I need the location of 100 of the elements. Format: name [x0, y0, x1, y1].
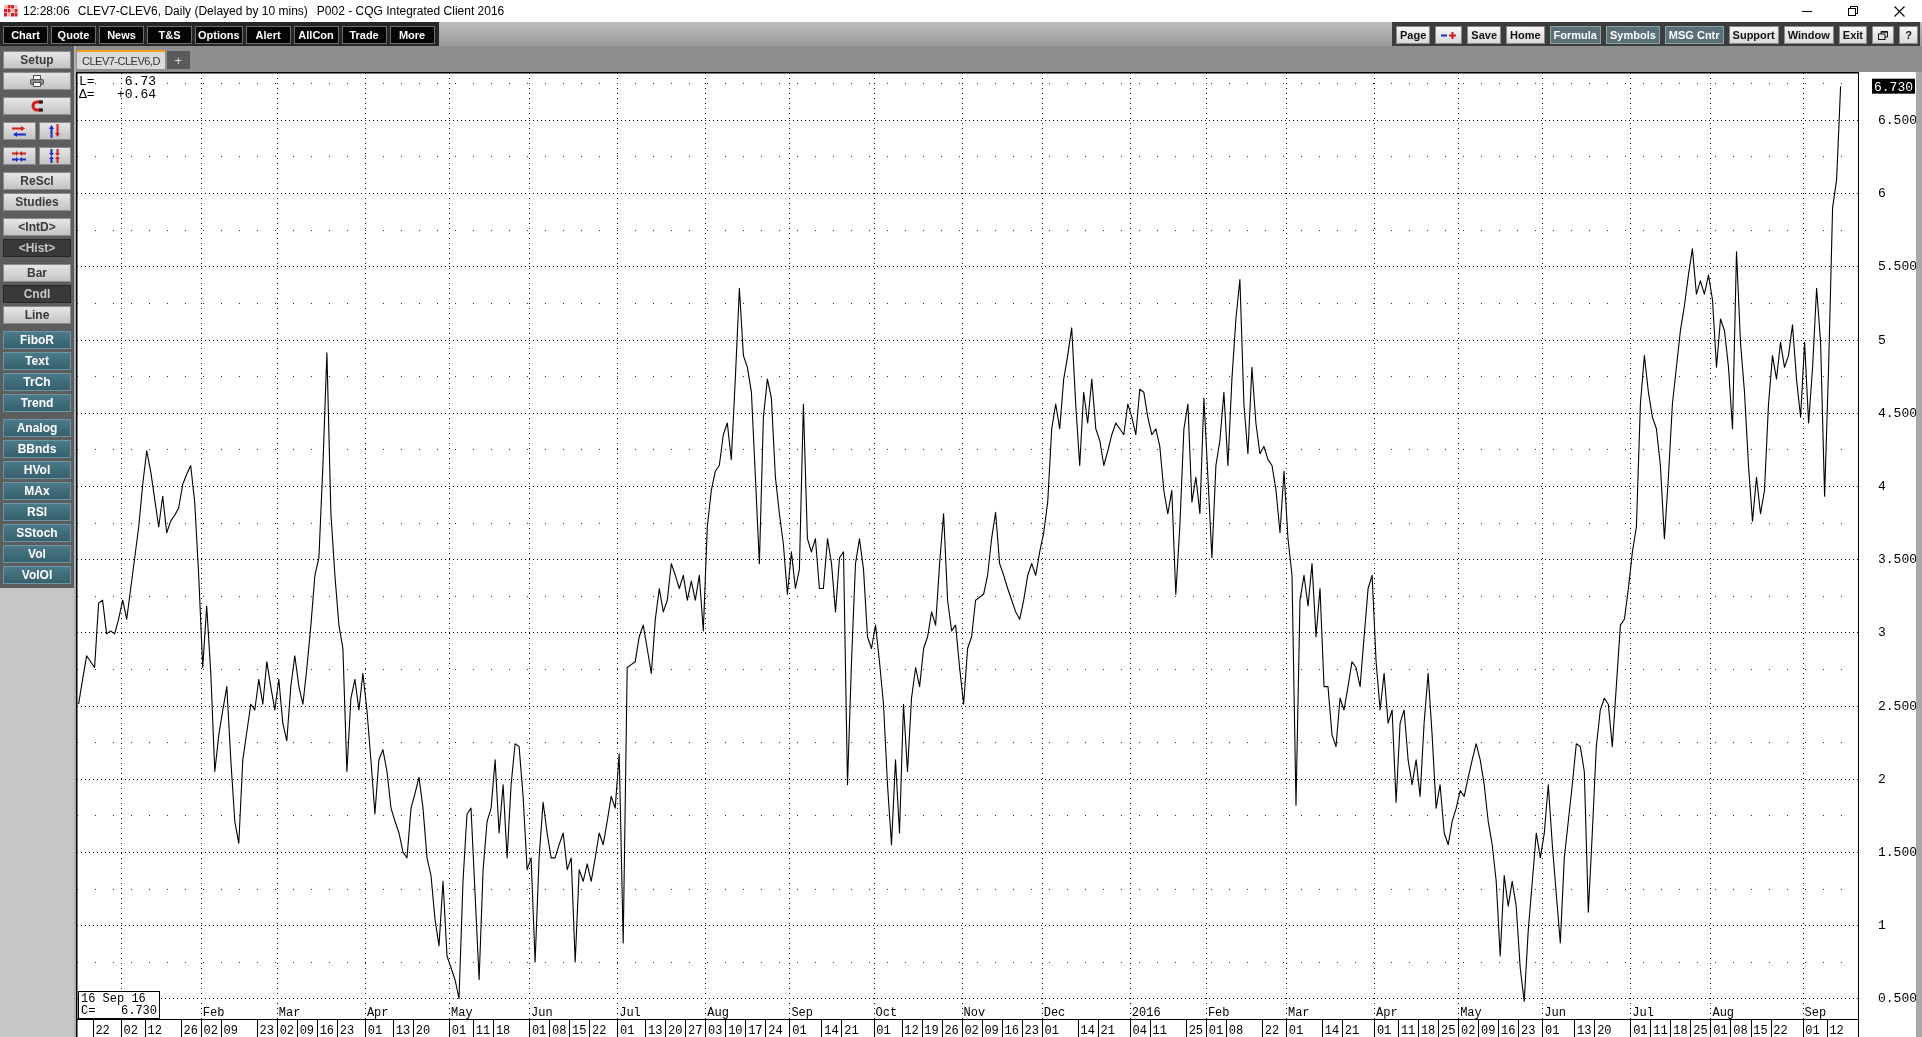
sidebar-button[interactable]: TrCh: [3, 373, 71, 391]
date-axis-label: 18: [1420, 1024, 1436, 1037]
month-axis-label: Nov: [963, 1006, 986, 1020]
sidebar-icon-button[interactable]: [38, 122, 71, 140]
toolbar-button[interactable]: Support: [1728, 26, 1779, 44]
sidebar-button[interactable]: HVol: [3, 461, 71, 479]
toolbar-button[interactable]: Home: [1506, 26, 1545, 44]
clock-time: 12:28:06: [23, 4, 70, 18]
date-axis-label: 01: [1288, 1024, 1304, 1037]
date-axis-label: 08: [1733, 1024, 1748, 1037]
date-axis-label: 01: [620, 1024, 635, 1037]
date-axis-label: 12: [147, 1024, 162, 1037]
date-axis-label: 01: [367, 1024, 383, 1037]
toolbar-button[interactable]: Exit: [1838, 26, 1867, 44]
new-tab-button[interactable]: +: [166, 51, 190, 69]
sidebar-button[interactable]: Trend: [3, 394, 71, 412]
toolbar-icon-button[interactable]: [1435, 26, 1463, 44]
date-axis-label: 16: [319, 1024, 335, 1037]
date-axis-label: 04: [1132, 1024, 1147, 1037]
date-axis-label: 01: [1208, 1024, 1224, 1037]
date-axis-label: 26: [183, 1024, 198, 1037]
date-axis-label: 18: [1673, 1024, 1688, 1037]
date-axis-label: 19: [924, 1024, 939, 1037]
sidebar-icon-button[interactable]: [3, 97, 71, 115]
sidebar-button[interactable]: Cndl: [3, 285, 71, 303]
sidebar-button[interactable]: <Hist>: [3, 239, 71, 257]
date-axis-label: 13: [395, 1024, 411, 1037]
date-axis-label: 24: [768, 1024, 783, 1037]
date-axis-label: 01: [1376, 1024, 1392, 1037]
date-axis-label: 13: [648, 1024, 663, 1037]
month-axis-label: Apr: [1376, 1006, 1398, 1020]
sidebar-button[interactable]: <IntD>: [3, 218, 71, 236]
sidebar-button[interactable]: VolOI: [3, 566, 71, 584]
toolbar-button[interactable]: Save: [1467, 26, 1501, 44]
toolbar-icon-button[interactable]: [1872, 26, 1894, 44]
sidebar-button[interactable]: Studies: [3, 193, 71, 211]
toolbar-button[interactable]: ?: [1899, 26, 1918, 44]
menu-button[interactable]: Chart: [3, 26, 48, 44]
date-axis-label: 11: [1152, 1024, 1168, 1037]
month-axis-label: Aug: [707, 1006, 729, 1020]
price-axis-label: 3.500: [1878, 552, 1916, 568]
date-axis-label: 08: [1228, 1024, 1244, 1037]
sidebar-button[interactable]: ReScl: [3, 172, 71, 190]
toolbar-button[interactable]: Window: [1783, 26, 1834, 44]
date-axis-label: 01: [451, 1024, 467, 1037]
sidebar-button[interactable]: MAx: [3, 482, 71, 500]
toolbar-button[interactable]: MSG Cntr: [1664, 26, 1724, 44]
date-axis-label: 26: [944, 1024, 959, 1037]
month-axis-label: Dec: [1043, 1006, 1066, 1020]
swap-horizontal-icon: [12, 125, 27, 137]
date-axis-label: 01: [1044, 1024, 1059, 1037]
close-icon: [1893, 5, 1905, 17]
price-axis-label: 2.500: [1878, 698, 1916, 714]
sidebar-button[interactable]: FiboR: [3, 331, 71, 349]
date-axis-label: 17: [748, 1024, 763, 1037]
swap-vertical-icon: [49, 124, 61, 138]
date-axis-label: 22: [1264, 1024, 1280, 1037]
date-axis-label: 18: [495, 1024, 511, 1037]
menu-button[interactable]: News: [99, 26, 144, 44]
date-axis-label: 09: [223, 1024, 238, 1037]
sidebar-button[interactable]: Text: [3, 352, 71, 370]
menu-button[interactable]: Trade: [341, 26, 387, 44]
menu-button[interactable]: Alert: [245, 26, 291, 44]
date-axis-label: 20: [1597, 1024, 1612, 1037]
menu-button[interactable]: Options: [195, 26, 243, 44]
menu-button[interactable]: Quote: [51, 26, 96, 44]
date-axis-label: 08: [551, 1024, 567, 1037]
sidebar-button[interactable]: BBnds: [3, 440, 71, 458]
sidebar-icon-button[interactable]: [3, 122, 36, 140]
date-axis-label: 16: [1004, 1024, 1019, 1037]
date-axis-label: 15: [571, 1024, 587, 1037]
sidebar-icon-button[interactable]: [3, 72, 71, 90]
date-axis-label: 25: [1188, 1024, 1204, 1037]
sidebar-button[interactable]: Line: [3, 306, 71, 324]
price-axis-label: 6.500: [1878, 112, 1916, 128]
sidebar-button[interactable]: Vol: [3, 545, 71, 563]
toolbar-button[interactable]: Page: [1396, 26, 1431, 44]
date-axis-label: 09: [1481, 1024, 1496, 1037]
sidebar-button[interactable]: RSI: [3, 503, 71, 521]
cursor-label: C=: [81, 1005, 96, 1017]
menu-button[interactable]: More: [389, 26, 435, 44]
sidebar-button[interactable]: SStoch: [3, 524, 71, 542]
sidebar-icon-button[interactable]: [38, 147, 71, 165]
price-axis-label: 0.500: [1878, 991, 1916, 1007]
date-axis-label: 10: [728, 1024, 743, 1037]
toolbar-button[interactable]: Symbols: [1606, 26, 1660, 44]
date-axis-label: 11: [1653, 1024, 1668, 1037]
cursor-date: 16 Sep 16: [81, 993, 146, 1005]
chart-tab[interactable]: CLEV7-CLEV6,D: [77, 50, 165, 69]
date-axis-label: 01: [876, 1024, 891, 1037]
sidebar-button[interactable]: Analog: [3, 419, 71, 437]
date-axis-label: 01: [792, 1024, 807, 1037]
menu-button[interactable]: T&S: [147, 26, 192, 44]
sidebar-button[interactable]: Setup: [3, 51, 71, 69]
month-axis-label: Apr: [366, 1006, 389, 1020]
sidebar-button[interactable]: Bar: [3, 264, 71, 282]
sidebar-icon-button[interactable]: [3, 147, 36, 165]
menu-button[interactable]: AllCon: [293, 26, 339, 44]
window-title: CLEV7-CLEV6, Daily (Delayed by 10 mins): [77, 4, 308, 18]
toolbar-button[interactable]: Formula: [1549, 26, 1601, 44]
